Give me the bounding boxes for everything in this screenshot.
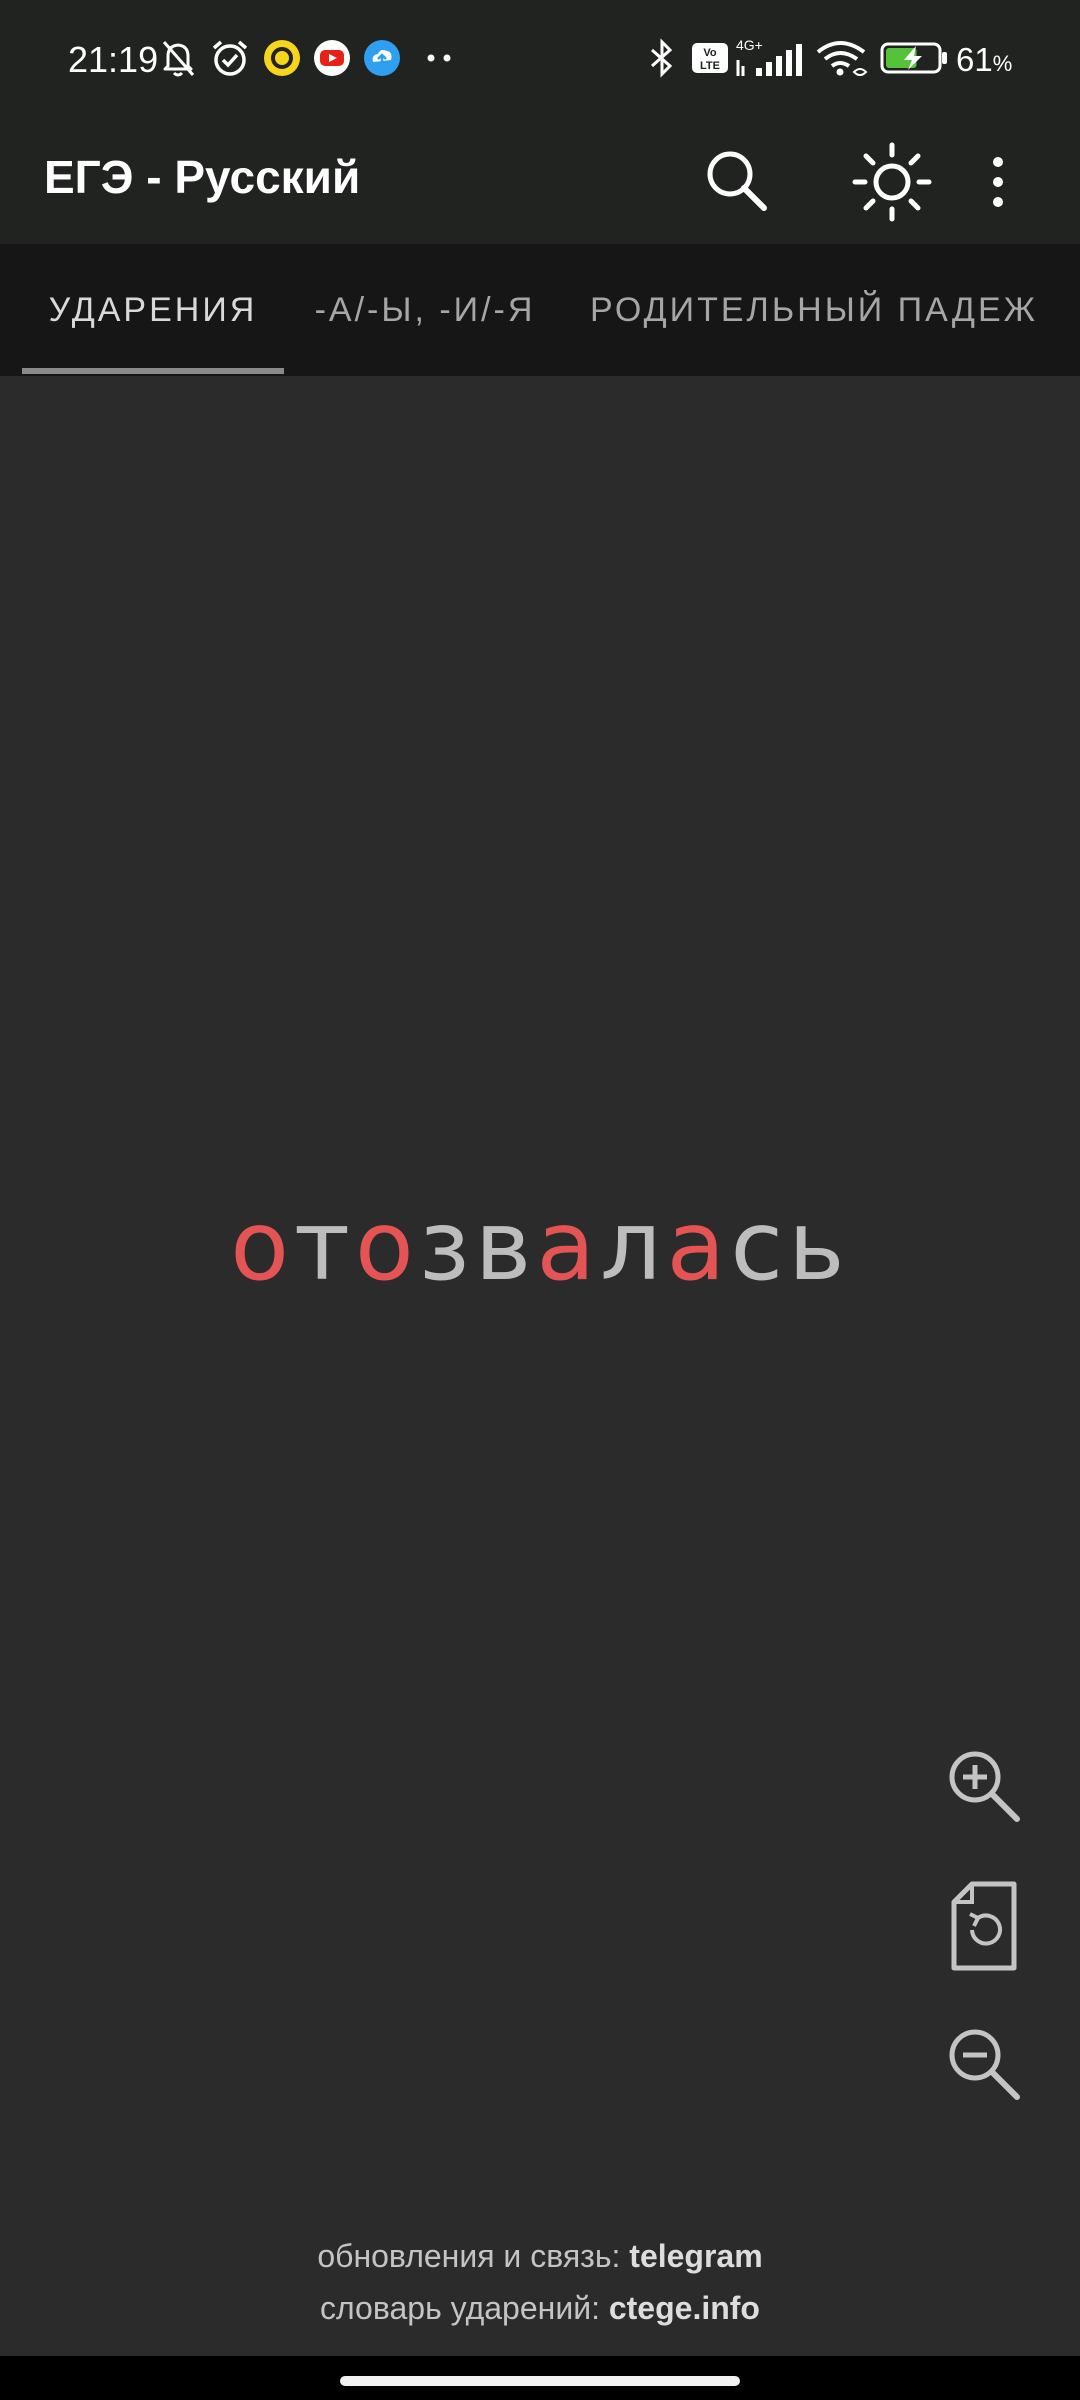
telegram-link[interactable]: telegram [629, 2238, 762, 2274]
word-letter: т [294, 1190, 355, 1302]
bell-off-icon [162, 41, 195, 77]
word-letter-highlighted: о [354, 1190, 419, 1302]
more-dots-icon [427, 54, 451, 62]
active-tab-indicator [22, 368, 284, 374]
app-screen: 21:19 Vo LTE 4G+ 61% ЕГЭ - Русский УДАРЕ… [0, 0, 1080, 2400]
battery-percent: 61% [956, 38, 1012, 86]
cloud-upload-icon [364, 40, 400, 76]
reset-size-button[interactable] [928, 1870, 1040, 1982]
footer-updates-text: обновления и связь: [317, 2238, 630, 2274]
network-type-label: 4G+ [736, 37, 763, 53]
wifi-icon [816, 41, 868, 76]
status-time: 21:19 [68, 39, 159, 80]
tab-genitive-case[interactable]: РОДИТЕЛЬНЫЙ ПАДЕЖ [584, 244, 1044, 376]
home-gesture-handle[interactable] [340, 2376, 740, 2386]
youtube-icon [314, 40, 350, 76]
word-letter: з [418, 1190, 475, 1302]
app-yellow-ring-icon [264, 40, 300, 76]
word-letter: ь [788, 1190, 850, 1302]
app-title: ЕГЭ - Русский [44, 151, 361, 203]
status-bar: 21:19 Vo LTE 4G+ 61% [0, 0, 1080, 120]
tab-bar: УДАРЕНИЯ -А/-Ы, -И/-Я РОДИТЕЛЬНЫЙ ПАДЕЖ [0, 244, 1080, 376]
signal-icon: 4G+ [736, 37, 802, 76]
volte-icon: Vo LTE [692, 43, 728, 73]
footer-line-dictionary: словарь ударений: ctege.info [0, 2282, 1080, 2334]
word-letter: в [474, 1190, 537, 1302]
battery-charging-icon [880, 42, 947, 74]
tab-stress[interactable]: УДАРЕНИЯ [22, 244, 284, 376]
battery-percent-value: 61 [956, 41, 993, 78]
zoom-in-button[interactable] [928, 1730, 1040, 1842]
battery-percent-unit: % [992, 51, 1013, 76]
word-letter-highlighted: о [230, 1190, 295, 1302]
overflow-menu-button[interactable] [966, 130, 1030, 234]
app-bar: ЕГЭ - Русский [0, 120, 1080, 244]
bluetooth-icon [651, 38, 673, 78]
alarm-icon [212, 40, 248, 76]
theme-toggle-button[interactable] [840, 130, 944, 234]
reset-file-icon [951, 1881, 1017, 1971]
brightness-icon [852, 142, 932, 222]
search-icon [707, 151, 767, 211]
zoom-out-button[interactable] [928, 2008, 1040, 2120]
tab-endings[interactable]: -А/-Ы, -И/-Я [300, 244, 550, 376]
zoom-in-icon [949, 1751, 1020, 1822]
svg-text:LTE: LTE [700, 60, 720, 72]
ctege-link[interactable]: ctege.info [609, 2290, 760, 2326]
search-button[interactable] [686, 130, 790, 234]
word-letter-highlighted: а [666, 1190, 731, 1302]
word-letter: с [730, 1190, 789, 1302]
footer-line-updates: обновления и связь: telegram [0, 2230, 1080, 2282]
stress-word[interactable]: отозвалась [0, 1186, 1080, 1306]
zoom-out-icon [949, 2029, 1020, 2100]
navigation-bar [0, 2356, 1080, 2400]
main-content: отозвалась обновления и связь: telegram … [0, 376, 1080, 2356]
more-vert-icon [993, 157, 1003, 207]
word-letter-highlighted: а [536, 1190, 601, 1302]
word-letter: л [600, 1190, 667, 1302]
footer-dictionary-text: словарь ударений: [320, 2290, 609, 2326]
svg-text:Vo: Vo [703, 47, 717, 59]
